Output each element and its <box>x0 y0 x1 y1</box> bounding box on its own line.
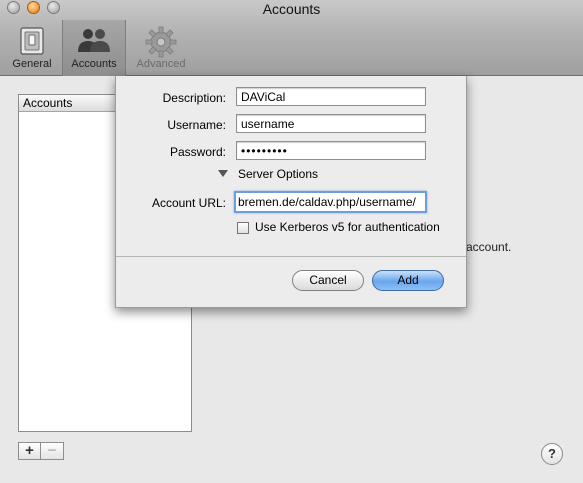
password-field[interactable] <box>236 141 426 160</box>
add-button[interactable]: Add <box>372 270 444 291</box>
toolbar-accounts[interactable]: Accounts <box>62 20 126 76</box>
help-button[interactable]: ? <box>541 443 563 465</box>
people-icon <box>78 29 110 52</box>
disclosure-triangle-icon[interactable] <box>218 170 228 177</box>
empty-hint-text: account. <box>466 240 512 254</box>
toolbar-general[interactable]: General <box>4 20 60 76</box>
switch-icon <box>20 27 44 55</box>
add-account-button[interactable]: + <box>18 442 41 460</box>
window-title: Accounts <box>262 1 321 17</box>
remove-account-button[interactable]: − <box>41 442 64 460</box>
account-url-field[interactable] <box>234 191 427 213</box>
toolbar-advanced-label: Advanced <box>136 58 186 70</box>
add-account-sheet: Description: Username: Password: Server … <box>115 76 467 308</box>
password-label: Password: <box>169 145 226 159</box>
description-field[interactable] <box>236 87 426 106</box>
kerberos-checkbox[interactable] <box>237 222 249 234</box>
cancel-button[interactable]: Cancel <box>292 270 364 291</box>
toolbar-general-label: General <box>12 58 52 70</box>
gear-icon <box>145 26 177 58</box>
server-options-label[interactable]: Server Options <box>238 167 318 181</box>
title-toolbar: Accounts General Accounts Advanced <box>0 0 583 76</box>
description-label: Description: <box>162 91 226 105</box>
kerberos-label[interactable]: Use Kerberos v5 for authentication <box>255 220 440 234</box>
username-label: Username: <box>167 118 226 132</box>
toolbar-accounts-label: Accounts <box>71 58 117 70</box>
preferences-window: Accounts General Accounts Advanced Accou… <box>0 0 583 483</box>
username-field[interactable] <box>236 114 426 133</box>
account-url-label: Account URL: <box>151 196 226 210</box>
toolbar-advanced[interactable]: Advanced <box>128 20 194 76</box>
sheet-divider <box>116 256 466 257</box>
